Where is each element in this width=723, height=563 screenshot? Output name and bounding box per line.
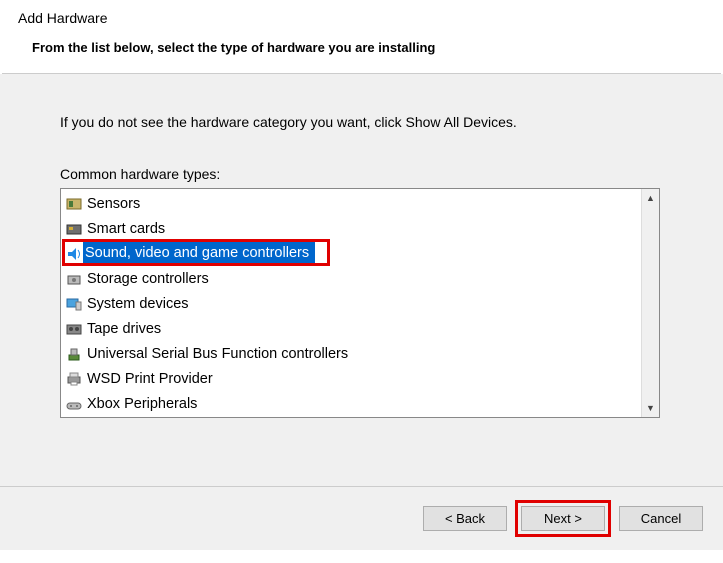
list-item-label: Sound, video and game controllers xyxy=(85,245,309,261)
list-item-label: Smart cards xyxy=(87,221,165,237)
window-subtitle: From the list below, select the type of … xyxy=(18,40,705,55)
list-item-label: Sensors xyxy=(87,196,140,212)
list-item[interactable]: Sound, video and game controllers xyxy=(61,241,641,266)
list-item[interactable]: Tape drives xyxy=(61,316,641,341)
printer-icon xyxy=(65,370,83,388)
annotation-highlight-next: Next > xyxy=(515,500,611,537)
list-item[interactable]: WSD Print Provider xyxy=(61,366,641,391)
speaker-icon xyxy=(65,245,83,263)
hardware-types-listbox[interactable]: Sensors Smart cards Sound, video and game … xyxy=(60,188,660,418)
list-label: Common hardware types: xyxy=(60,166,663,182)
window-title: Add Hardware xyxy=(18,10,705,26)
list-item[interactable]: System devices xyxy=(61,291,641,316)
hint-text: If you do not see the hardware category … xyxy=(60,114,663,130)
list-item-label: Universal Serial Bus Function controller… xyxy=(87,346,348,362)
list-item[interactable]: Storage controllers xyxy=(61,266,641,291)
scrollbar[interactable]: ▲ ▼ xyxy=(641,189,659,417)
usb-icon xyxy=(65,345,83,363)
list-item-label: WSD Print Provider xyxy=(87,371,213,387)
list-item-label: System devices xyxy=(87,296,189,312)
footer-button-bar: < Back Next > Cancel xyxy=(0,486,723,550)
list-item[interactable]: Xbox Peripherals xyxy=(61,391,641,416)
list-item-label: Tape drives xyxy=(87,321,161,337)
storage-icon xyxy=(65,270,83,288)
cancel-button[interactable]: Cancel xyxy=(619,506,703,531)
sensors-icon xyxy=(65,195,83,213)
list-item[interactable]: Sensors xyxy=(61,191,641,216)
scroll-track[interactable] xyxy=(642,207,659,399)
list-item-label: Xbox Peripherals xyxy=(87,396,197,412)
system-icon xyxy=(65,295,83,313)
next-button[interactable]: Next > xyxy=(521,506,605,531)
back-button[interactable]: < Back xyxy=(423,506,507,531)
tape-icon xyxy=(65,320,83,338)
list-item[interactable]: Smart cards xyxy=(61,216,641,241)
scroll-down-button[interactable]: ▼ xyxy=(642,399,659,417)
xbox-icon xyxy=(65,395,83,413)
list-item-label: Storage controllers xyxy=(87,271,209,287)
list-item[interactable]: Universal Serial Bus Function controller… xyxy=(61,341,641,366)
scroll-up-button[interactable]: ▲ xyxy=(642,189,659,207)
smartcard-icon xyxy=(65,220,83,238)
